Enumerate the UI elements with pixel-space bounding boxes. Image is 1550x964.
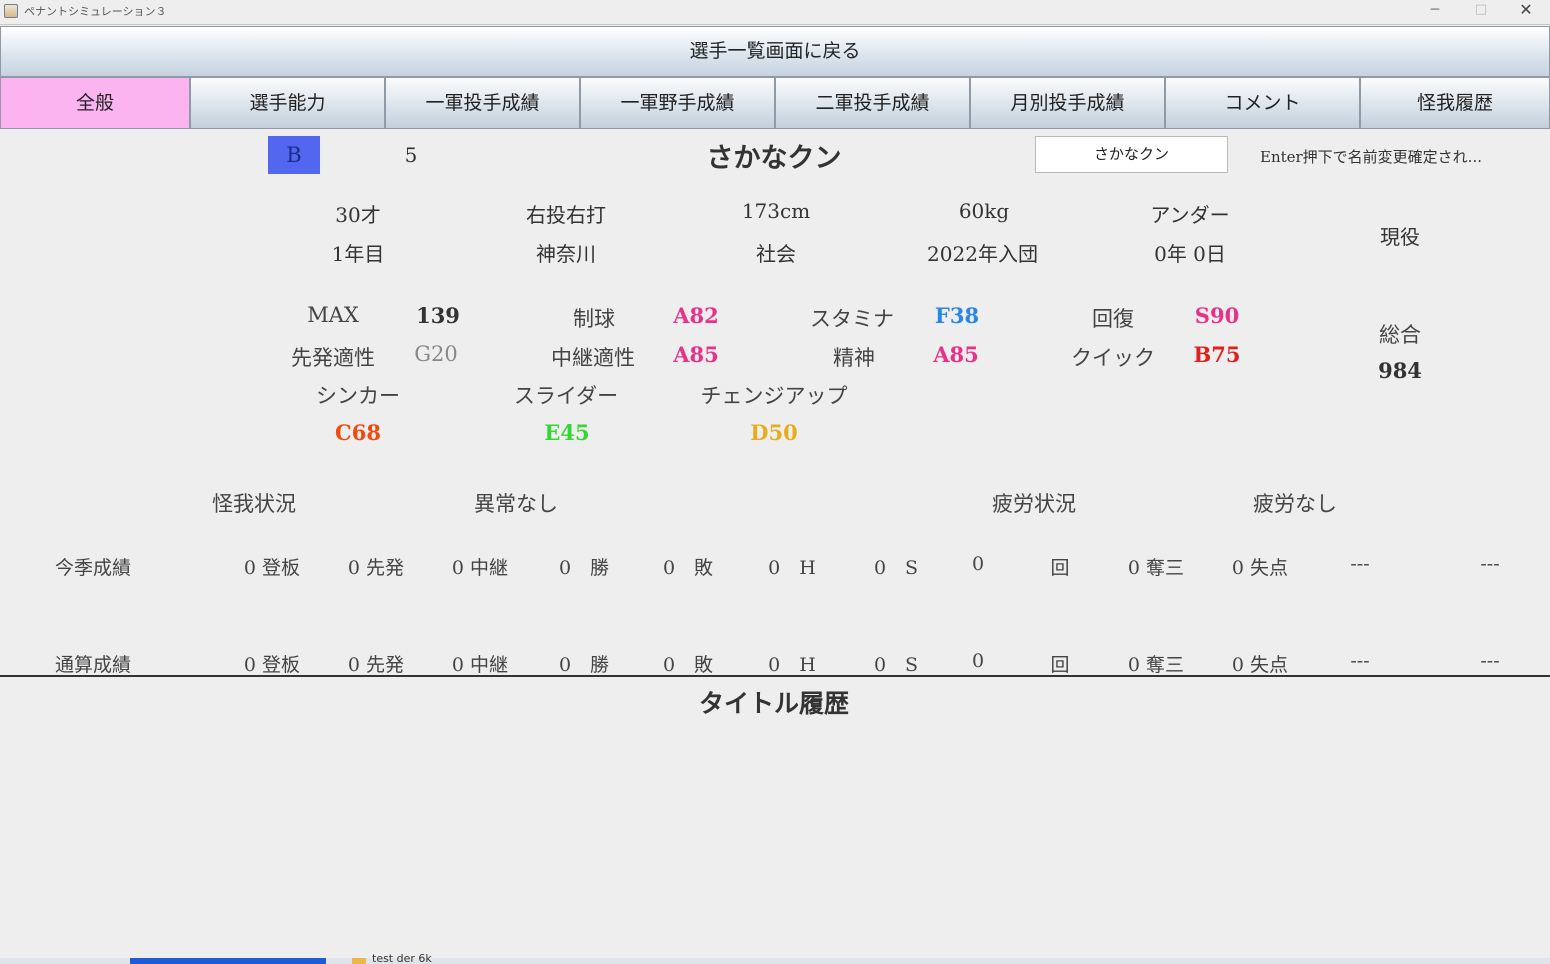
career-stat-innings-value: 0 bbox=[971, 650, 985, 672]
player-name: さかなクン bbox=[706, 143, 842, 174]
overall-value: 984 bbox=[1378, 358, 1422, 383]
career-stat-holds: 0 H bbox=[768, 654, 816, 676]
season-stat-wins: 0 勝 bbox=[558, 557, 610, 579]
tab-comment[interactable]: コメント bbox=[1165, 77, 1360, 129]
quick-value: B75 bbox=[1193, 342, 1241, 367]
player-age: 30才 bbox=[335, 203, 381, 227]
joined-year: 2022年入団 bbox=[927, 242, 1038, 266]
career-stat-games: 0 登板 bbox=[243, 654, 301, 676]
career-stat-strikeouts: 0 奪三 bbox=[1127, 654, 1185, 676]
fatigue-status-value: 疲労なし bbox=[1253, 492, 1337, 516]
stamina-value: F38 bbox=[934, 303, 980, 328]
tab-first-team-pitching[interactable]: 一軍投手成績 bbox=[385, 77, 580, 129]
mental-value: A85 bbox=[933, 342, 979, 367]
window-titlebar: ペナントシミュレーション３ ─ □ ✕ bbox=[0, 0, 1550, 25]
origin: 社会 bbox=[756, 242, 796, 266]
player-height: 173cm bbox=[741, 199, 811, 223]
career-stat-losses: 0 敗 bbox=[662, 654, 714, 676]
taskbar-active-item[interactable] bbox=[130, 958, 326, 964]
pitch-name-changeup: チェンジアップ bbox=[700, 384, 848, 408]
player-handedness: 右投右打 bbox=[526, 203, 606, 227]
injury-status-label: 怪我状況 bbox=[212, 492, 296, 516]
starter-aptitude-value: G20 bbox=[414, 342, 458, 366]
career-stat-saves: 0 S bbox=[873, 654, 919, 676]
career-stat-relief: 0 中継 bbox=[451, 654, 509, 676]
player-name-input[interactable]: さかなクン bbox=[1035, 136, 1228, 173]
java-app-icon bbox=[4, 4, 18, 18]
pitch-value-slider: E45 bbox=[544, 420, 590, 445]
window-title: ペナントシミュレーション３ bbox=[24, 5, 167, 18]
season-stat-relief: 0 中継 bbox=[451, 557, 509, 579]
recovery-value: S90 bbox=[1194, 303, 1240, 328]
folder-icon bbox=[352, 958, 366, 964]
pitch-name-sinker: シンカー bbox=[316, 384, 400, 408]
season-stat-games: 0 登板 bbox=[243, 557, 301, 579]
player-weight: 60kg bbox=[958, 199, 1010, 223]
mental-label: 精神 bbox=[833, 346, 875, 370]
control-value: A82 bbox=[673, 303, 719, 328]
stamina-label: スタミナ bbox=[810, 307, 894, 331]
recovery-label: 回復 bbox=[1092, 307, 1134, 331]
season-stat-innings-unit: 回 bbox=[1050, 557, 1070, 579]
section-divider bbox=[0, 675, 1550, 677]
season-stat-starts: 0 先発 bbox=[347, 557, 405, 579]
career-stats-label: 通算成績 bbox=[54, 654, 131, 676]
back-to-player-list-button[interactable]: 選手一覧画面に戻る bbox=[0, 26, 1550, 77]
player-grade-badge: B bbox=[268, 136, 320, 174]
minimize-button[interactable]: ─ bbox=[1412, 0, 1458, 22]
season-stats-label: 今季成績 bbox=[54, 557, 131, 579]
season-stat-strikeouts: 0 奪三 bbox=[1127, 557, 1185, 579]
uniform-number: 5 bbox=[404, 143, 418, 167]
pitching-form: アンダー bbox=[1150, 203, 1230, 227]
career-stat-blank-1: --- bbox=[1350, 650, 1370, 672]
years-pro: 1年目 bbox=[331, 242, 385, 266]
tab-general[interactable]: 全般 bbox=[0, 77, 190, 129]
name-change-hint: Enter押下で名前変更確定され... bbox=[1260, 148, 1482, 166]
tab-second-team-pitching[interactable]: 二軍投手成績 bbox=[775, 77, 970, 129]
taskbar-item-label[interactable]: test der 6k bbox=[372, 952, 432, 964]
close-button[interactable]: ✕ bbox=[1503, 0, 1549, 22]
career-stat-blank-2: --- bbox=[1480, 650, 1500, 672]
tab-monthly-pitching[interactable]: 月別投手成績 bbox=[970, 77, 1165, 129]
injury-status-value: 異常なし bbox=[474, 492, 558, 516]
active-status: 現役 bbox=[1380, 225, 1420, 249]
fatigue-status-label: 疲労状況 bbox=[992, 492, 1076, 516]
pitch-value-changeup: D50 bbox=[750, 420, 798, 445]
pitch-value-sinker: C68 bbox=[335, 420, 381, 445]
career-stat-innings-unit: 回 bbox=[1050, 654, 1070, 676]
quick-label: クイック bbox=[1071, 346, 1155, 370]
max-speed-label: MAX bbox=[307, 303, 359, 327]
season-stat-losses: 0 敗 bbox=[662, 557, 714, 579]
career-stat-wins: 0 勝 bbox=[558, 654, 610, 676]
tab-player-ability[interactable]: 選手能力 bbox=[190, 77, 385, 129]
career-stat-starts: 0 先発 bbox=[347, 654, 405, 676]
season-stat-blank-1: --- bbox=[1350, 553, 1370, 575]
career-stat-runs-allowed: 0 失点 bbox=[1231, 654, 1289, 676]
season-stat-blank-2: --- bbox=[1480, 553, 1500, 575]
title-history-heading: タイトル履歴 bbox=[698, 689, 849, 718]
service-time: 0年 0日 bbox=[1154, 242, 1226, 266]
season-stat-saves: 0 S bbox=[873, 557, 919, 579]
relief-aptitude-label: 中継適性 bbox=[551, 346, 635, 370]
pitch-name-slider: スライダー bbox=[513, 384, 619, 408]
starter-aptitude-label: 先発適性 bbox=[291, 346, 375, 370]
max-speed-value: 139 bbox=[416, 303, 460, 328]
season-stat-innings-value: 0 bbox=[971, 553, 985, 575]
tab-injury-history[interactable]: 怪我履歴 bbox=[1360, 77, 1550, 129]
overall-label: 総合 bbox=[1379, 323, 1421, 347]
season-stat-runs-allowed: 0 失点 bbox=[1231, 557, 1289, 579]
season-stat-holds: 0 H bbox=[768, 557, 816, 579]
tab-first-team-fielding[interactable]: 一軍野手成績 bbox=[580, 77, 775, 129]
hometown: 神奈川 bbox=[536, 242, 596, 266]
control-label: 制球 bbox=[573, 307, 615, 331]
relief-aptitude-value: A85 bbox=[673, 342, 719, 367]
maximize-button[interactable]: □ bbox=[1458, 0, 1504, 22]
taskbar-strip: test der 6k bbox=[0, 952, 1550, 964]
